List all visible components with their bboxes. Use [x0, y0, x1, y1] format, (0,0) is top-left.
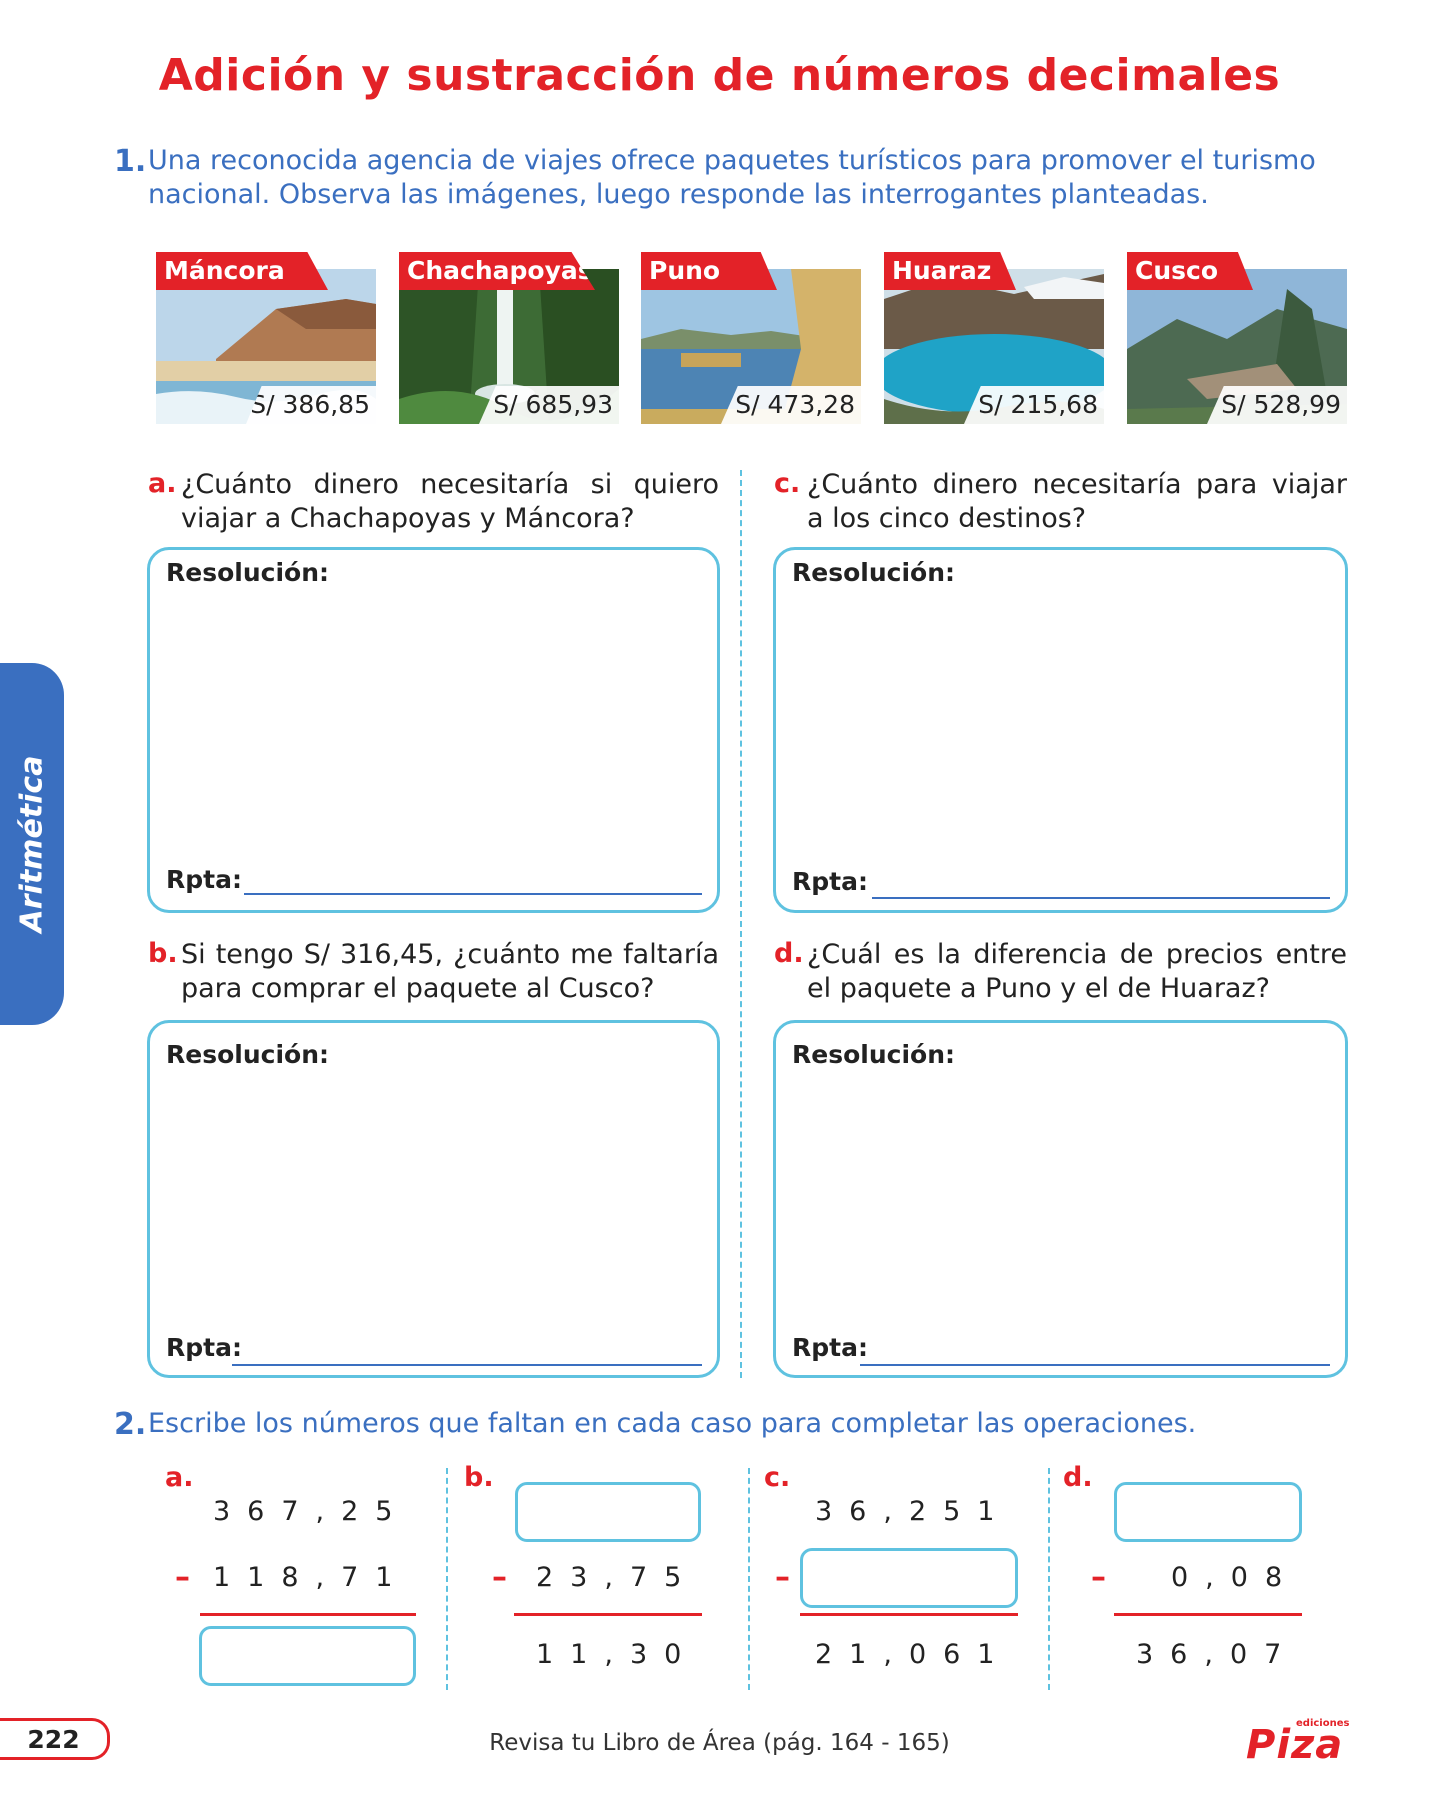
destination-name: Puno [641, 252, 777, 290]
question-c-line-1: ¿Cuánto dinero necesitaría para viajar [807, 469, 1347, 500]
destination-price: S/ 685,93 [479, 386, 619, 424]
answer-line-d[interactable] [860, 1364, 1330, 1366]
operation-divider [446, 1468, 448, 1690]
question-1-line-2: nacional. Observa las imágenes, luego re… [148, 179, 1209, 210]
question-a-letter: a. [148, 468, 177, 499]
operation-a-minuend: 367,25 [213, 1496, 410, 1527]
question-c-line-2: a los cinco destinos? [807, 503, 1087, 534]
destination-price: S/ 215,68 [964, 386, 1104, 424]
operation-a-letter: a. [165, 1462, 194, 1493]
question-d-line-1: ¿Cuál es la diferencia de precios entre [807, 939, 1347, 970]
operation-b-letter: b. [464, 1462, 494, 1493]
destination-card-huaraz: Huaraz S/ 215,68 [884, 252, 1104, 424]
question-a-line-2: viajar a Chachapoyas y Máncora? [181, 503, 635, 534]
destination-card-chachapoyas: Chachapoyas S/ 685,93 [399, 252, 619, 424]
operation-a-subtrahend: 118,71 [213, 1562, 410, 1593]
destination-price: S/ 473,28 [721, 386, 861, 424]
operation-b-minuend-input[interactable] [515, 1482, 701, 1542]
resolution-label-a: Resolución: [166, 558, 329, 587]
operation-b-subtrahend: 23,75 [536, 1562, 699, 1593]
question-1-line-1: Una reconocida agencia de viajes ofrece … [148, 145, 1316, 176]
destination-price: S/ 528,99 [1207, 386, 1347, 424]
answer-label-c: Rpta: [792, 867, 868, 896]
question-b-line-2: para comprar el paquete al Cusco? [181, 973, 655, 1004]
destination-name: Cusco [1127, 252, 1253, 290]
operation-c-subtrahend-input[interactable] [800, 1548, 1018, 1608]
question-c-letter: c. [774, 468, 801, 499]
publisher-logo: Piza [1246, 1722, 1344, 1768]
destination-name: Máncora [156, 252, 328, 290]
destination-card-puno: Puno S/ 473,28 [641, 252, 861, 424]
operation-a-rule [200, 1613, 416, 1616]
resolution-box-c[interactable] [773, 547, 1348, 913]
minus-sign: – [492, 1560, 507, 1595]
resolution-box-d[interactable] [773, 1020, 1348, 1378]
page-title: Adición y sustracción de números decimal… [158, 50, 1281, 101]
operation-c-difference: 21,061 [815, 1639, 1012, 1670]
question-2-text: Escribe los números que faltan en cada c… [148, 1408, 1197, 1439]
operation-b-difference: 11,30 [536, 1639, 699, 1670]
resolution-label-b: Resolución: [166, 1040, 329, 1069]
section-side-tab: Aritmética [0, 663, 64, 1025]
resolution-label-c: Resolución: [792, 558, 955, 587]
answer-label-b: Rpta: [166, 1333, 242, 1362]
destination-name: Chachapoyas [399, 252, 595, 290]
resolution-box-a[interactable] [147, 547, 720, 913]
operation-c-minuend: 36,251 [815, 1496, 1012, 1527]
answer-label-d: Rpta: [792, 1333, 868, 1362]
operation-a-result-input[interactable] [199, 1626, 416, 1686]
destination-name: Huaraz [884, 252, 1016, 290]
question-b-letter: b. [148, 938, 178, 969]
resolution-label-d: Resolución: [792, 1040, 955, 1069]
operation-divider [1048, 1468, 1050, 1690]
operation-d-difference: 36,07 [1136, 1639, 1299, 1670]
minus-sign: – [1091, 1560, 1106, 1595]
destination-card-mancora: Máncora S/ 386,85 [156, 252, 376, 424]
question-2-number: 2. [114, 1407, 147, 1442]
question-d-line-2: el paquete a Puno y el de Huaraz? [807, 973, 1270, 1004]
operation-d-subtrahend: 0,08 [1171, 1562, 1300, 1593]
operation-d-rule [1114, 1613, 1302, 1616]
destination-card-cusco: Cusco S/ 528,99 [1127, 252, 1347, 424]
destination-price: S/ 386,85 [246, 386, 376, 424]
question-d-letter: d. [774, 938, 804, 969]
column-divider [740, 470, 742, 1378]
answer-label-a: Rpta: [166, 865, 242, 894]
minus-sign: – [775, 1560, 790, 1595]
operation-d-minuend-input[interactable] [1114, 1482, 1302, 1542]
operation-divider [748, 1468, 750, 1690]
operation-b-rule [514, 1613, 702, 1616]
minus-sign: – [175, 1560, 190, 1595]
question-1-number: 1. [114, 144, 147, 179]
question-a-line-1: ¿Cuánto dinero necesitaría si quiero [181, 469, 719, 500]
operation-c-rule [800, 1613, 1018, 1616]
question-b-line-1: Si tengo S/ 316,45, ¿cuánto me faltaría [181, 939, 719, 970]
operation-d-letter: d. [1063, 1462, 1093, 1493]
operation-c-letter: c. [764, 1462, 791, 1493]
footer-reference: Revisa tu Libro de Área (pág. 164 - 165) [489, 1730, 950, 1756]
section-side-tab-label: Aritmética [14, 755, 50, 933]
answer-line-a[interactable] [244, 893, 702, 895]
answer-line-c[interactable] [872, 897, 1330, 899]
answer-line-b[interactable] [232, 1364, 702, 1366]
resolution-box-b[interactable] [147, 1020, 720, 1378]
